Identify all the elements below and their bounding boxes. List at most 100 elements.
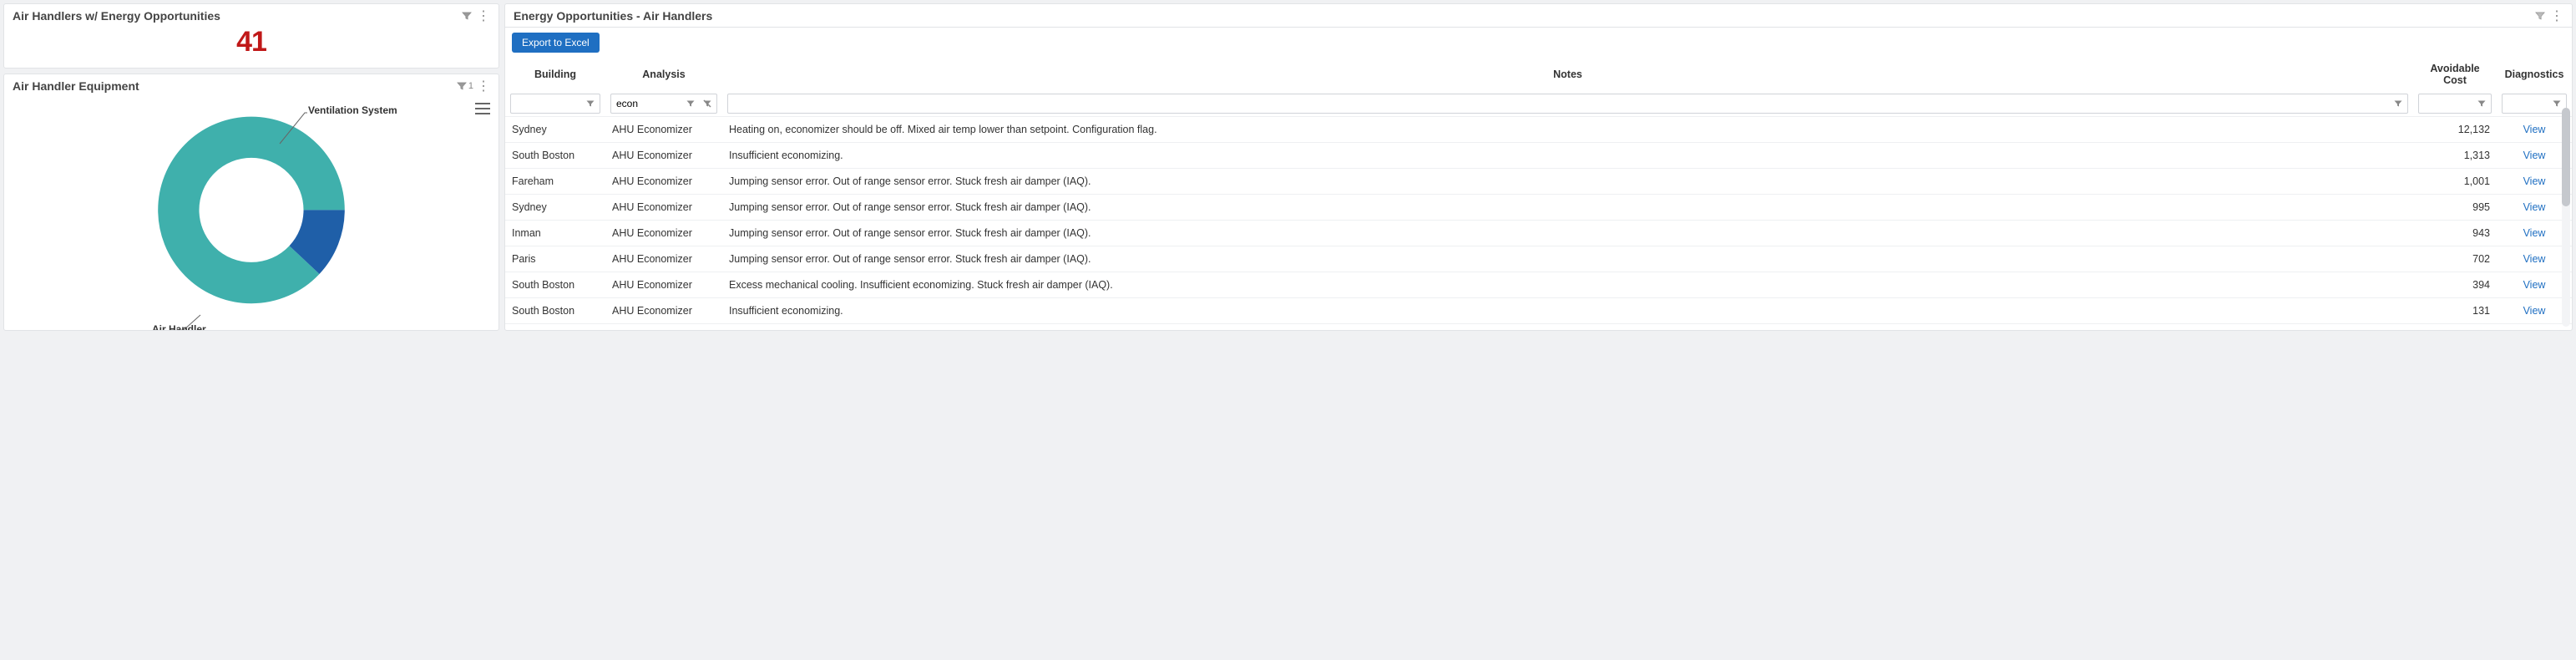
donut-label-air-handler: Air Handler [152,323,206,331]
chart-menu-icon[interactable] [475,103,490,114]
cell-analysis: AHU Economizer [605,169,722,195]
cell-building: Sydney [505,117,605,143]
cell-building: Fareham [505,169,605,195]
view-link[interactable]: View [2523,227,2546,239]
view-link[interactable]: View [2523,175,2546,187]
table-row: SydneyAHU EconomizerHeating on, economiz… [505,117,2572,143]
view-link[interactable]: View [2523,150,2546,161]
clear-filter-icon[interactable] [700,96,715,111]
cell-building: South Boston [505,143,605,169]
equipment-card: Air Handler Equipment 1 ⋮ Ventilation Sy… [3,74,499,331]
cell-cost: 943 [2413,221,2497,246]
view-link[interactable]: View [2523,305,2546,317]
kpi-value: 41 [4,26,498,58]
opportunities-table: Building Analysis Notes Avoidable Cost D… [505,58,2572,330]
cell-notes: Insufficient economizing. [722,143,2413,169]
opportunities-title: Energy Opportunities - Air Handlers [514,9,2532,23]
donut-label-ventilation: Ventilation System [308,104,397,116]
cell-cost: 51 [2413,324,2497,331]
opportunities-header: Energy Opportunities - Air Handlers ⋮ [505,4,2572,28]
cell-building: Paris [505,246,605,272]
filter-icon[interactable] [2391,96,2406,111]
kpi-header: Air Handlers w/ Energy Opportunities ⋮ [4,4,498,28]
cell-cost: 702 [2413,246,2497,272]
equipment-title: Air Handler Equipment [13,79,453,93]
filter-icon[interactable] [683,96,698,111]
more-icon[interactable]: ⋮ [2548,8,2565,24]
cell-cost: 1,313 [2413,143,2497,169]
cell-diag: View [2497,169,2572,195]
table-row: South BostonAHU EconomizerExcess mechani… [505,272,2572,298]
filter-notes-input[interactable] [733,98,2389,109]
cell-cost: 394 [2413,272,2497,298]
table-row: South BostonAHU EconomizerInsufficient e… [505,298,2572,324]
filter-building-input[interactable] [516,98,581,109]
cell-analysis: AHU Economizer [605,324,722,331]
export-button[interactable]: Export to Excel [512,33,600,53]
filter-icon[interactable] [458,8,475,24]
col-analysis[interactable]: Analysis [605,58,722,91]
opportunities-card: Energy Opportunities - Air Handlers ⋮ Ex… [504,3,2573,331]
cell-building: Sydney [505,195,605,221]
filter-analysis[interactable] [610,94,717,114]
table-filter-row [505,91,2572,117]
filter-diag[interactable] [2502,94,2567,114]
table-row: InmanAHU EconomizerJumping sensor error.… [505,221,2572,246]
filter-icon[interactable] [2532,8,2548,24]
col-diag[interactable]: Diagnostics [2497,58,2572,91]
cell-cost: 1,001 [2413,169,2497,195]
view-link[interactable]: View [2523,279,2546,291]
cell-analysis: AHU Economizer [605,143,722,169]
donut-slice-air-handler[interactable] [179,137,324,282]
toolbar: Export to Excel [505,28,2572,58]
cell-diag: View [2497,221,2572,246]
donut-chart [155,114,347,306]
scrollbar-thumb[interactable] [2562,108,2570,206]
filter-diag-input[interactable] [2508,98,2548,109]
col-cost[interactable]: Avoidable Cost [2413,58,2497,91]
kpi-card: Air Handlers w/ Energy Opportunities ⋮ 4… [3,3,499,69]
cell-building: Boston [505,324,605,331]
table-row: BostonAHU EconomizerFlat sensor error. I… [505,324,2572,331]
filter-count-badge: 1 [468,81,473,91]
view-link[interactable]: View [2523,253,2546,265]
cell-diag: View [2497,117,2572,143]
cell-cost: 131 [2413,298,2497,324]
cell-building: Inman [505,221,605,246]
filter-notes[interactable] [727,94,2408,114]
filter-icon[interactable] [453,78,470,94]
more-icon[interactable]: ⋮ [475,78,492,94]
col-building[interactable]: Building [505,58,605,91]
filter-icon[interactable] [2474,96,2489,111]
filter-analysis-input[interactable] [616,98,681,109]
view-link[interactable]: View [2523,124,2546,135]
more-icon[interactable]: ⋮ [475,8,492,24]
cell-analysis: AHU Economizer [605,195,722,221]
table-row: SydneyAHU EconomizerJumping sensor error… [505,195,2572,221]
table-row: South BostonAHU EconomizerInsufficient e… [505,143,2572,169]
table-scroll[interactable]: Building Analysis Notes Avoidable Cost D… [505,58,2572,330]
col-notes[interactable]: Notes [722,58,2413,91]
cell-notes: Heating on, economizer should be off. Mi… [722,117,2413,143]
cell-diag: View [2497,324,2572,331]
cell-cost: 12,132 [2413,117,2497,143]
cell-notes: Flat sensor error. Insufficient economiz… [722,324,2413,331]
filter-cost-input[interactable] [2424,98,2472,109]
donut-chart-area: Ventilation System Air Handler [4,98,498,330]
cell-analysis: AHU Economizer [605,298,722,324]
cell-diag: View [2497,143,2572,169]
view-link[interactable]: View [2523,201,2546,213]
cell-analysis: AHU Economizer [605,117,722,143]
cell-diag: View [2497,195,2572,221]
filter-building[interactable] [510,94,600,114]
filter-icon[interactable] [583,96,598,111]
vertical-scrollbar[interactable] [2562,108,2570,327]
filter-cost[interactable] [2418,94,2492,114]
cell-cost: 995 [2413,195,2497,221]
equipment-header: Air Handler Equipment 1 ⋮ [4,74,498,98]
cell-diag: View [2497,272,2572,298]
table-row: ParisAHU EconomizerJumping sensor error.… [505,246,2572,272]
cell-notes: Excess mechanical cooling. Insufficient … [722,272,2413,298]
table-row: FarehamAHU EconomizerJumping sensor erro… [505,169,2572,195]
cell-notes: Jumping sensor error. Out of range senso… [722,195,2413,221]
